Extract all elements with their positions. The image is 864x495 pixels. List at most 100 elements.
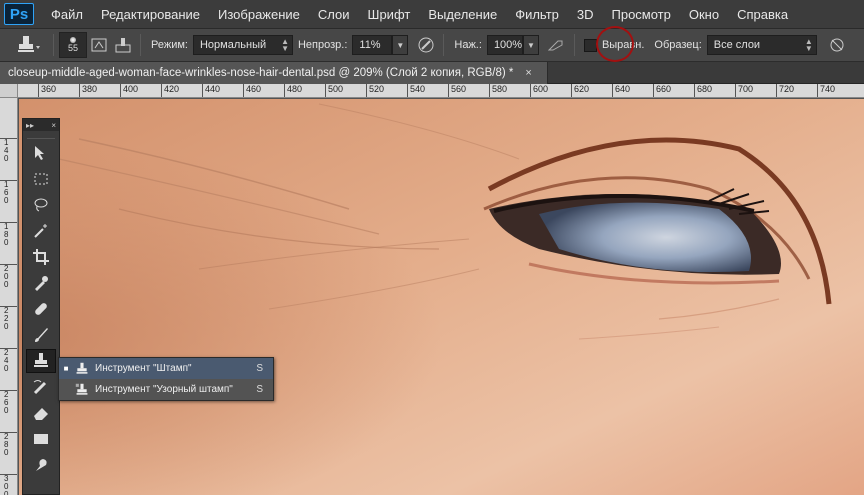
magic-wand-icon [34,224,47,238]
expand-panel-icon[interactable]: ▸▸ [26,121,34,130]
document-canvas[interactable] [19,99,864,495]
menu-layers[interactable]: Слои [309,7,359,22]
tool-lasso[interactable] [26,193,56,217]
ruler-tick: 440 [202,84,220,97]
opacity-value: 11% [359,39,381,51]
clone-source-icon [115,38,131,53]
panel-grip[interactable] [27,131,55,139]
tool-smudge[interactable] [26,453,56,477]
menu-3d[interactable]: 3D [568,7,603,22]
ruler-tick: 180 [0,222,17,247]
menu-image[interactable]: Изображение [209,7,309,22]
mode-label: Режим: [151,39,188,51]
document-title: closeup-middle-aged-woman-face-wrinkles-… [8,67,514,79]
ruler-tick: 600 [530,84,548,97]
ruler-tick: 540 [407,84,425,97]
chevron-down-icon: ▼ [526,40,535,50]
flyout-item-pattern-stamp[interactable]: Инструмент "Узорный штамп" S [59,379,273,400]
tool-clone-stamp[interactable] [26,349,56,373]
lasso-icon [34,198,48,212]
tool-eraser[interactable] [26,401,56,425]
airbrush-button[interactable] [545,34,569,56]
ruler-tick: 700 [735,84,753,97]
menu-help[interactable]: Справка [728,7,797,22]
tool-crop[interactable] [26,245,56,269]
ruler-tick: 680 [694,84,712,97]
flow-field[interactable]: 100% [486,35,523,55]
ruler-tick: 480 [284,84,302,97]
menu-filter[interactable]: Фильтр [506,7,568,22]
menu-view[interactable]: Просмотр [603,7,680,22]
pressure-opacity-button[interactable] [414,34,438,56]
annotation-circle [596,26,634,62]
ruler-tick: 140 [0,138,17,163]
sample-label: Образец: [654,39,702,51]
sample-select[interactable]: Все слои ▲ ▼ [706,35,817,55]
mode-select[interactable]: Нормальный ▲ ▼ [192,35,293,55]
menu-type[interactable]: Шрифт [359,7,420,22]
ruler-tick: 640 [612,84,630,97]
document-tab[interactable]: closeup-middle-aged-woman-face-wrinkles-… [0,62,548,84]
menu-window[interactable]: Окно [680,7,728,22]
menu-edit[interactable]: Редактирование [92,7,209,22]
move-icon [35,146,44,160]
horizontal-ruler: 360 380 400 420 440 460 480 500 520 540 … [18,84,864,98]
brush-size: 55 [67,43,78,53]
opacity-label: Непрозр.: [297,39,348,51]
flow-dropdown-button[interactable]: ▼ [522,35,539,55]
tools-panel-header[interactable]: ▸▸ × [23,119,59,131]
clone-source-button[interactable] [111,34,135,56]
tools-panel: ▸▸ × [22,118,60,495]
clone-stamp-flyout-menu: ■ Инструмент "Штамп" S Инструмент "Узорн… [58,357,274,401]
clone-stamp-icon [73,361,91,377]
clone-stamp-icon [18,36,40,52]
menu-select[interactable]: Выделение [419,7,506,22]
aligned-checkbox[interactable] [583,38,597,52]
eraser-icon [34,408,48,420]
ruler-tick: 380 [79,84,97,97]
clone-stamp-icon [34,353,48,367]
ruler-tick: 400 [120,84,138,97]
selected-bullet-icon: ■ [63,364,69,373]
tool-gradient[interactable] [26,427,56,451]
separator [53,34,54,56]
tool-history-brush[interactable] [26,375,56,399]
close-icon[interactable]: × [525,67,531,79]
opacity-dropdown-button[interactable]: ▼ [392,35,409,55]
ruler-tick: 300 [0,474,17,495]
ruler-tick: 520 [366,84,384,97]
tool-move[interactable] [26,141,56,165]
menu-file[interactable]: Файл [42,7,92,22]
ignore-adjustment-layers-button[interactable] [825,34,849,56]
brush-icon [35,328,48,342]
chevron-down-icon: ▼ [396,40,405,50]
tool-magic-wand[interactable] [26,219,56,243]
ruler-tick: 740 [817,84,835,97]
eyedropper-icon [35,276,48,291]
tool-preset-picker[interactable] [8,32,48,58]
opacity-field[interactable]: 11% [352,35,393,55]
shortcut-key: S [256,363,263,374]
tool-brush[interactable] [26,323,56,347]
brush-panel-icon [91,38,107,52]
tool-marquee[interactable] [26,167,56,191]
sample-value: Все слои [713,39,761,51]
ruler-tick: 580 [489,84,507,97]
ruler-tick: 500 [325,84,343,97]
ruler-tick: 460 [243,84,261,97]
ruler-tick: 280 [0,432,17,457]
close-icon[interactable]: × [51,121,56,130]
brush-panel-button[interactable] [87,34,111,56]
tool-healing-brush[interactable] [26,297,56,321]
airbrush-icon [547,40,563,51]
ruler-tick: 200 [0,264,17,289]
ruler-corner [0,84,18,98]
ruler-tick: 240 [0,348,17,373]
flyout-item-clone-stamp[interactable]: ■ Инструмент "Штамп" S [59,358,273,379]
ruler-tick: 260 [0,390,17,415]
flyout-item-label: Инструмент "Узорный штамп" [95,384,233,395]
brush-picker[interactable]: 55 [59,32,87,58]
gradient-icon [34,434,48,444]
ruler-tick: 620 [571,84,589,97]
tool-eyedropper[interactable] [26,271,56,295]
